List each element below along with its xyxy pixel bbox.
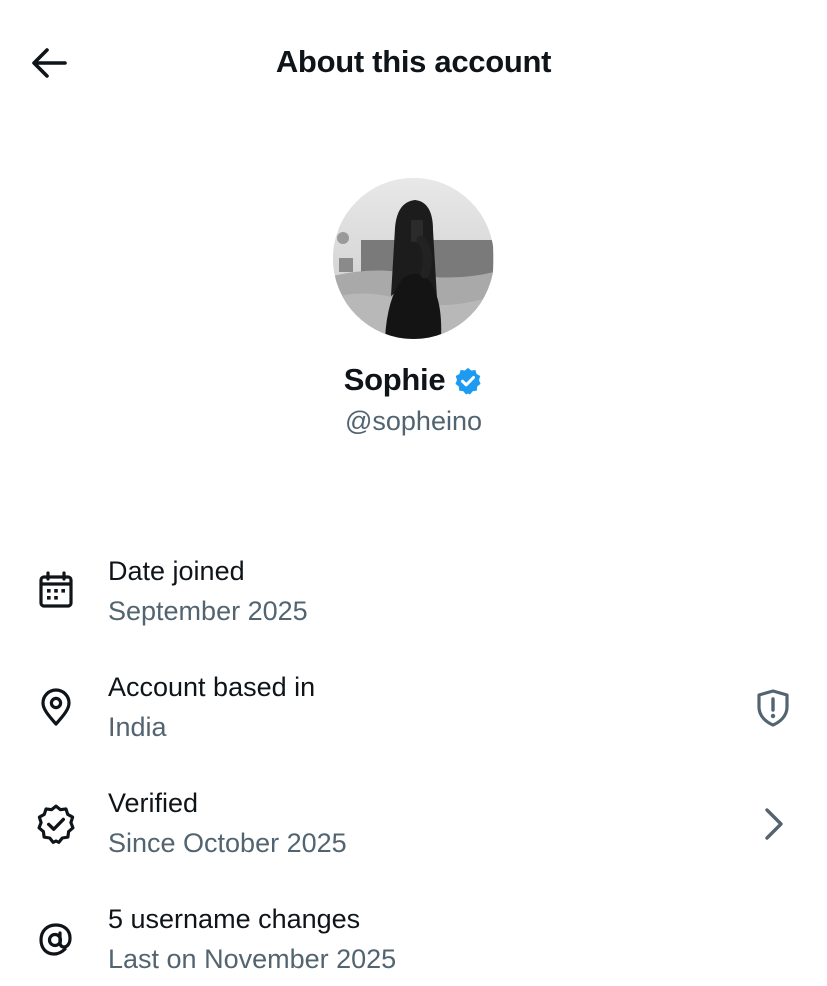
username-handle: @sopheino <box>344 406 482 436</box>
shield-alert-icon[interactable] <box>749 684 797 732</box>
row-title: Date joined <box>108 556 245 586</box>
verified-check-icon <box>32 800 80 848</box>
calendar-icon <box>32 566 80 614</box>
row-title: Verified <box>108 788 199 818</box>
profile-name-row: Sophie <box>0 362 827 398</box>
row-title: Account based in <box>108 672 316 702</box>
verified-badge-icon <box>455 367 481 395</box>
date-joined-row: Date joined September 2025 <box>0 548 827 648</box>
location-pin-icon <box>32 684 80 732</box>
row-subtitle: India <box>108 712 167 742</box>
display-name: Sophie <box>343 362 446 397</box>
username-changes-row: 5 username changes Last on November 2025 <box>0 896 827 986</box>
page-title: About this account <box>275 44 552 79</box>
account-location-row: Account based in India <box>0 664 827 764</box>
avatar <box>333 178 494 339</box>
chevron-right-icon[interactable] <box>749 800 797 848</box>
row-subtitle: Since October 2025 <box>108 828 347 858</box>
verified-row[interactable]: Verified Since October 2025 <box>0 780 827 880</box>
row-subtitle: September 2025 <box>108 596 308 626</box>
row-title: 5 username changes <box>108 904 361 934</box>
row-subtitle: Last on November 2025 <box>108 944 397 974</box>
at-sign-icon <box>32 916 80 964</box>
about-account-page: About this account Sophie @sopheino Date… <box>0 0 827 986</box>
